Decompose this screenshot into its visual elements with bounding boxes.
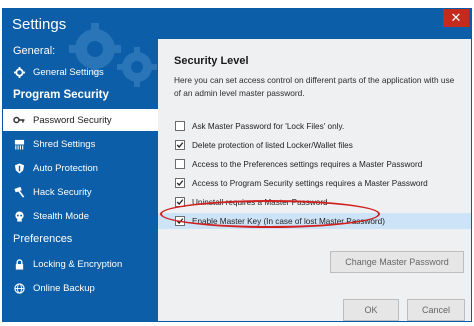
settings-window: Settings General: General Settings Progr… (2, 8, 472, 322)
sidebar-item-general-settings[interactable]: General Settings (3, 61, 158, 83)
check-icon (176, 218, 184, 224)
stealth-icon (13, 210, 25, 222)
checkbox[interactable] (175, 216, 185, 226)
app-title: Settings (12, 16, 67, 33)
globe-icon (13, 282, 25, 294)
option-label: Uninstall requires a Master Password (192, 197, 328, 207)
sidebar-item-label: Hack Security (33, 186, 92, 198)
sidebar-item-label: Stealth Mode (33, 210, 89, 222)
header-strip: ✕ (158, 9, 471, 39)
checkbox[interactable] (175, 159, 185, 169)
security-level-panel: Security Level Here you can set access c… (158, 39, 471, 321)
check-icon (176, 142, 184, 148)
option-enable-master-key[interactable]: Enable Master Key (In case of lost Maste… (158, 213, 471, 229)
gear-icon (13, 66, 25, 78)
program-security-section-header: Program Security (13, 89, 109, 101)
option-label: Delete protection of listed Locker/Walle… (192, 140, 353, 150)
close-button[interactable]: ✕ (443, 9, 469, 27)
sidebar-item-online-backup[interactable]: Online Backup (3, 277, 158, 299)
option-label: Access to Program Security settings requ… (192, 178, 428, 188)
checkbox[interactable] (175, 140, 185, 150)
main-content: ✕ Security Level Here you can set access… (158, 9, 471, 321)
sidebar-item-shred-settings[interactable]: Shred Settings (3, 133, 158, 155)
checkbox[interactable] (175, 178, 185, 188)
option-ask-master-password[interactable]: Ask Master Password for 'Lock Files' onl… (158, 118, 471, 134)
check-icon (176, 180, 184, 186)
sidebar: Settings General: General Settings Progr… (3, 9, 158, 321)
checkbox[interactable] (175, 121, 185, 131)
sidebar-item-label: Auto Protection (33, 162, 98, 174)
sidebar-item-auto-protection[interactable]: Auto Protection (3, 157, 158, 179)
sidebar-item-label: Online Backup (33, 282, 95, 294)
sidebar-item-label: Locking & Encryption (33, 258, 123, 270)
change-master-password-button[interactable]: Change Master Password (330, 251, 464, 273)
sidebar-item-label: Shred Settings (33, 138, 96, 150)
option-program-security-require-password[interactable]: Access to Program Security settings requ… (158, 175, 471, 191)
sidebar-item-label: Password Security (33, 114, 112, 126)
sidebar-item-password-security[interactable]: Password Security (3, 109, 158, 131)
option-label: Ask Master Password for 'Lock Files' onl… (192, 121, 345, 131)
shred-icon (13, 138, 25, 150)
option-label: Enable Master Key (In case of lost Maste… (192, 216, 385, 226)
ok-button[interactable]: OK (343, 299, 399, 321)
option-delete-protection[interactable]: Delete protection of listed Locker/Walle… (158, 137, 471, 153)
sidebar-item-locking-encryption[interactable]: Locking & Encryption (3, 253, 158, 275)
checkbox[interactable] (175, 197, 185, 207)
panel-title: Security Level (174, 55, 249, 67)
gear-decoration-icon (69, 23, 157, 87)
option-uninstall-require-password[interactable]: Uninstall requires a Master Password (158, 194, 471, 210)
option-label: Access to the Preferences settings requi… (192, 159, 423, 169)
option-preferences-require-password[interactable]: Access to the Preferences settings requi… (158, 156, 471, 172)
sidebar-item-label: General Settings (33, 66, 104, 78)
key-icon (13, 114, 25, 126)
cancel-button[interactable]: Cancel (407, 299, 465, 321)
panel-description: Here you can set access control on diffe… (174, 75, 455, 98)
sidebar-item-stealth-mode[interactable]: Stealth Mode (3, 205, 158, 227)
check-icon (176, 199, 184, 205)
preferences-section-header: Preferences (13, 233, 73, 245)
general-section-header: General: (13, 45, 56, 57)
sidebar-item-hack-security[interactable]: Hack Security (3, 181, 158, 203)
lock-icon (13, 258, 25, 270)
shield-icon (13, 162, 25, 174)
hammer-icon (13, 186, 25, 198)
